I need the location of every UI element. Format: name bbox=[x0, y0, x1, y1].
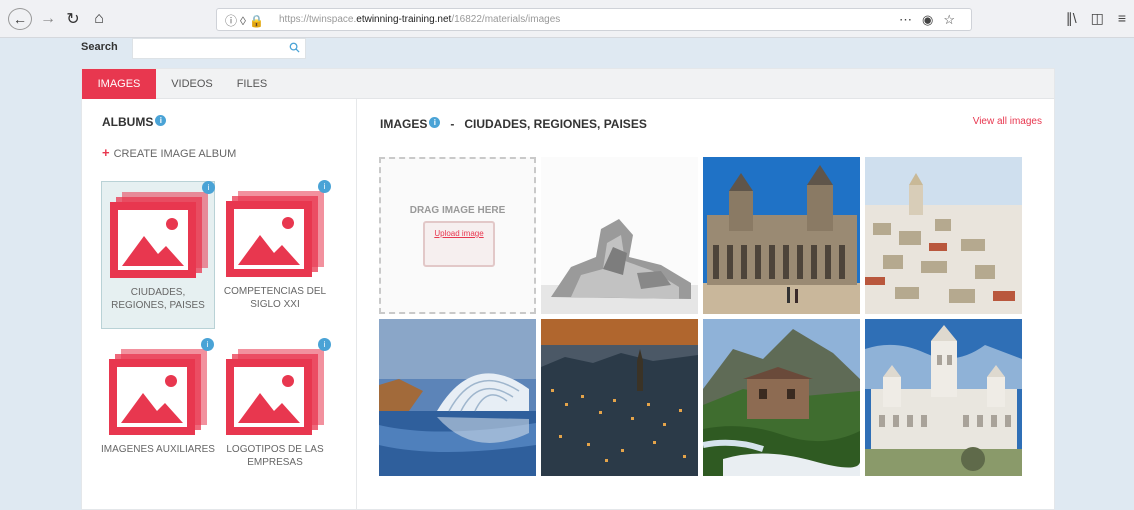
image-dropzone[interactable]: DRAG IMAGE HERE Upload image bbox=[379, 157, 536, 314]
search-label: Search bbox=[81, 41, 118, 53]
album-info-icon[interactable]: i bbox=[318, 338, 331, 351]
home-icon[interactable]: ⌂ bbox=[90, 8, 108, 30]
site-info-icon[interactable]: ⓘ◊🔒 bbox=[225, 12, 267, 29]
library-icon[interactable]: ∥\ bbox=[1066, 10, 1077, 27]
whitewashed-coastal-city-photo[interactable] bbox=[865, 157, 1022, 314]
image-album-icon bbox=[109, 349, 207, 435]
album-card[interactable]: i IMAGENES AUXILIARES bbox=[101, 338, 215, 487]
album-info-icon[interactable]: i bbox=[318, 180, 331, 193]
albums-heading: ALBUMS i bbox=[102, 115, 167, 129]
modern-museum-photo[interactable] bbox=[541, 157, 698, 314]
album-info-icon[interactable]: i bbox=[201, 338, 214, 351]
drag-image-text: DRAG IMAGE HERE bbox=[409, 205, 506, 216]
mountain-village-photo[interactable] bbox=[703, 319, 860, 476]
tab-images[interactable]: IMAGES bbox=[82, 69, 156, 99]
search-input[interactable] bbox=[132, 38, 306, 59]
url-text: https://twinspace.etwinning-training.net… bbox=[279, 14, 561, 25]
column-divider bbox=[356, 99, 357, 510]
search-icon[interactable] bbox=[289, 42, 300, 53]
view-all-images-link[interactable]: View all images bbox=[973, 116, 1042, 127]
tab-videos[interactable]: VIDEOS bbox=[164, 69, 220, 99]
page-content: Search IMAGES VIDEOS FILES ALBUMS i + CREA… bbox=[0, 38, 1134, 510]
futuristic-architecture-photo[interactable] bbox=[379, 319, 536, 476]
album-name: LOGOTIPOS DE LAS EMPRESAS bbox=[226, 444, 324, 468]
upload-box[interactable]: Upload image bbox=[423, 221, 495, 267]
material-tabs: IMAGES VIDEOS FILES bbox=[82, 69, 1054, 99]
album-card[interactable]: i CIUDADES, REGIONES, PAISES bbox=[101, 181, 215, 329]
white-palace-photo[interactable] bbox=[865, 319, 1022, 476]
materials-panel: IMAGES VIDEOS FILES ALBUMS i + CREATE IMAG… bbox=[81, 68, 1055, 510]
info-icon[interactable]: i bbox=[429, 117, 441, 128]
image-album-icon bbox=[226, 349, 324, 435]
album-name: COMPETENCIAS DEL SIGLO XXI bbox=[223, 286, 327, 310]
info-icon[interactable]: i bbox=[155, 115, 167, 126]
album-name: CIUDADES, REGIONES, PAISES bbox=[111, 287, 205, 311]
image-album-icon bbox=[226, 191, 324, 277]
album-card[interactable]: i LOGOTIPOS DE LAS EMPRESAS bbox=[218, 338, 332, 487]
lock-icon: 🔒 bbox=[248, 14, 267, 28]
back-icon[interactable]: ← bbox=[8, 8, 32, 30]
star-icon[interactable]: ☆ bbox=[943, 12, 955, 28]
plus-icon: + bbox=[102, 145, 110, 160]
address-bar[interactable]: ⓘ◊🔒 https://twinspace.etwinning-training… bbox=[216, 8, 972, 31]
image-album-icon bbox=[110, 192, 208, 278]
sidebar-icon[interactable]: ◫ bbox=[1091, 10, 1104, 27]
pocket-icon[interactable]: ◉ bbox=[922, 12, 933, 28]
album-card[interactable]: i COMPETENCIAS DEL SIGLO XXI bbox=[218, 180, 332, 329]
album-name: IMAGENES AUXILIARES bbox=[101, 444, 215, 455]
upload-image-link[interactable]: Upload image bbox=[425, 229, 493, 238]
town-hall-square-photo[interactable] bbox=[703, 157, 860, 314]
menu-icon[interactable]: ≡ bbox=[1118, 10, 1126, 27]
tab-files[interactable]: FILES bbox=[230, 69, 274, 99]
city-at-dusk-photo[interactable] bbox=[541, 319, 698, 476]
images-heading: IMAGES i - CIUDADES, REGIONES, PAISES bbox=[380, 117, 647, 131]
album-info-icon[interactable]: i bbox=[202, 181, 215, 194]
browser-toolbar: ← → ↻ ⌂ ⓘ◊🔒 https://twinspace.etwinning-… bbox=[0, 0, 1134, 38]
reload-icon[interactable]: ↻ bbox=[64, 8, 82, 30]
ellipsis-icon[interactable]: ⋯ bbox=[899, 12, 912, 28]
create-album-link[interactable]: + CREATE IMAGE ALBUM bbox=[102, 145, 236, 160]
forward-icon[interactable]: → bbox=[40, 8, 56, 30]
